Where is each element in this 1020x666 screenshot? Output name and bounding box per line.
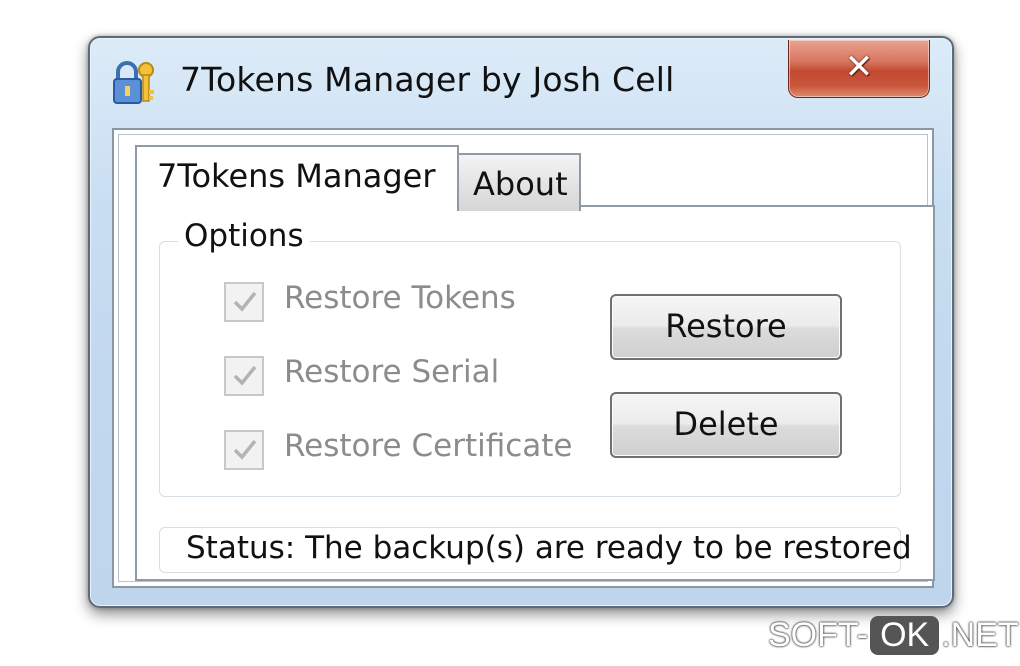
checkmark-icon <box>233 291 257 312</box>
app-window: 7Tokens Manager by Josh Cell ✕ 7Tokens M… <box>88 36 954 608</box>
close-icon: ✕ <box>844 47 874 87</box>
restore-tokens-checkbox[interactable] <box>224 282 264 322</box>
restore-certificate-label: Restore Certificate <box>284 428 573 464</box>
options-group: Options Restore Tokens Restore Serial Re… <box>159 218 901 497</box>
checkmark-icon <box>233 365 257 386</box>
watermark-prefix: SOFT- <box>768 616 869 654</box>
tab-label: 7Tokens Manager <box>157 157 436 195</box>
watermark-suffix: .NET <box>941 616 1019 654</box>
status-text: Status: The backup(s) are ready to be re… <box>186 530 912 566</box>
close-button[interactable]: ✕ <box>788 40 930 98</box>
restore-serial-label: Restore Serial <box>284 354 500 390</box>
options-group-title: Options <box>178 218 310 254</box>
watermark-ok-badge: OK <box>870 616 940 655</box>
tab-label: About <box>473 165 568 203</box>
restore-tokens-label: Restore Tokens <box>284 280 516 316</box>
site-watermark: SOFT- OK .NET <box>768 616 1019 662</box>
checkmark-icon <box>233 439 257 460</box>
status-bar: Status: The backup(s) are ready to be re… <box>159 527 912 573</box>
window-title: 7Tokens Manager by Josh Cell <box>180 60 675 99</box>
tab-about[interactable]: About <box>457 153 581 211</box>
restore-certificate-checkbox[interactable] <box>224 430 264 470</box>
restore-serial-checkbox[interactable] <box>224 356 264 396</box>
lock-key-icon <box>112 58 156 106</box>
client-inner-frame: 7Tokens Manager About Options Restore To… <box>118 134 935 582</box>
delete-button[interactable]: Delete <box>610 392 842 458</box>
tab-7tokens-manager[interactable]: 7Tokens Manager <box>135 145 459 207</box>
client-area: 7Tokens Manager About Options Restore To… <box>112 128 935 588</box>
restore-button[interactable]: Restore <box>610 294 842 360</box>
